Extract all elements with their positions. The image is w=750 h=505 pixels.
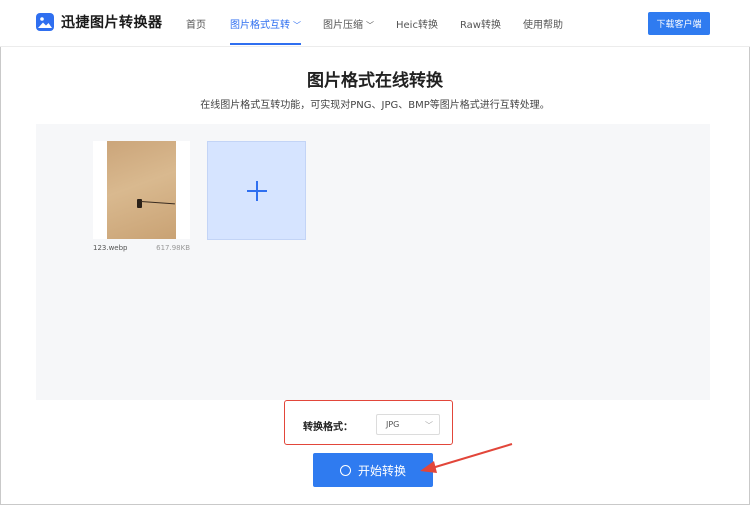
main-nav: 首页 图片格式互转 ﹀ 图片压缩 ﹀ Heic转换 Raw转换 使用帮助 bbox=[186, 16, 563, 45]
nav-item-compress[interactable]: 图片压缩 ﹀ bbox=[323, 16, 374, 31]
format-selection-highlight: 转换格式： JPG ﹀ bbox=[284, 400, 453, 445]
upload-area[interactable]: 123.webp 617.98KB bbox=[36, 124, 710, 400]
page-subtitle: 在线图片格式互转功能，可实现对PNG、JPG、BMP等图片格式进行互转处理。 bbox=[200, 100, 550, 111]
plus-icon bbox=[246, 180, 267, 201]
add-file-button[interactable] bbox=[207, 141, 306, 240]
nav-item-label: 使用帮助 bbox=[523, 20, 563, 31]
format-label: 转换格式： bbox=[303, 422, 353, 433]
nav-item-heic[interactable]: Heic转换 bbox=[396, 16, 438, 31]
image-preview bbox=[107, 141, 176, 239]
nav-item-label: Raw转换 bbox=[459, 20, 501, 31]
nav-item-label: 首页 bbox=[186, 20, 206, 31]
nav-item-help[interactable]: 使用帮助 bbox=[523, 16, 563, 31]
photo-cable bbox=[140, 201, 175, 205]
download-client-button[interactable]: 下载客户端 bbox=[648, 12, 710, 35]
page-title: 图片格式在线转换 bbox=[307, 71, 443, 91]
top-navbar: 迅捷图片转换器 首页 图片格式互转 ﹀ 图片压缩 ﹀ Heic转换 Raw转换 使用… bbox=[0, 0, 750, 47]
nav-item-label: Heic转换 bbox=[396, 20, 438, 31]
chevron-down-icon: ﹀ bbox=[366, 21, 374, 30]
start-convert-button[interactable]: 开始转换 bbox=[313, 453, 433, 487]
nav-item-format-convert[interactable]: 图片格式互转 ﹀ bbox=[230, 16, 301, 45]
file-thumbnail[interactable] bbox=[93, 141, 190, 239]
app-title: 迅捷图片转换器 bbox=[61, 15, 163, 31]
format-select[interactable]: JPG ﹀ bbox=[376, 414, 440, 435]
refresh-icon bbox=[339, 464, 351, 476]
logo[interactable]: 迅捷图片转换器 bbox=[36, 12, 163, 32]
image-logo-icon bbox=[36, 13, 54, 31]
file-name: 123.webp bbox=[93, 244, 128, 252]
chevron-down-icon: ﹀ bbox=[425, 421, 433, 430]
chevron-down-icon: ﹀ bbox=[293, 21, 301, 30]
nav-item-raw[interactable]: Raw转换 bbox=[460, 16, 501, 31]
nav-item-home[interactable]: 首页 bbox=[186, 16, 206, 31]
format-select-value: JPG bbox=[386, 420, 400, 429]
nav-item-label: 图片格式互转 bbox=[230, 20, 290, 31]
nav-item-label: 图片压缩 bbox=[323, 20, 363, 31]
start-convert-label: 开始转换 bbox=[357, 463, 406, 478]
file-size: 617.98KB bbox=[156, 244, 190, 252]
